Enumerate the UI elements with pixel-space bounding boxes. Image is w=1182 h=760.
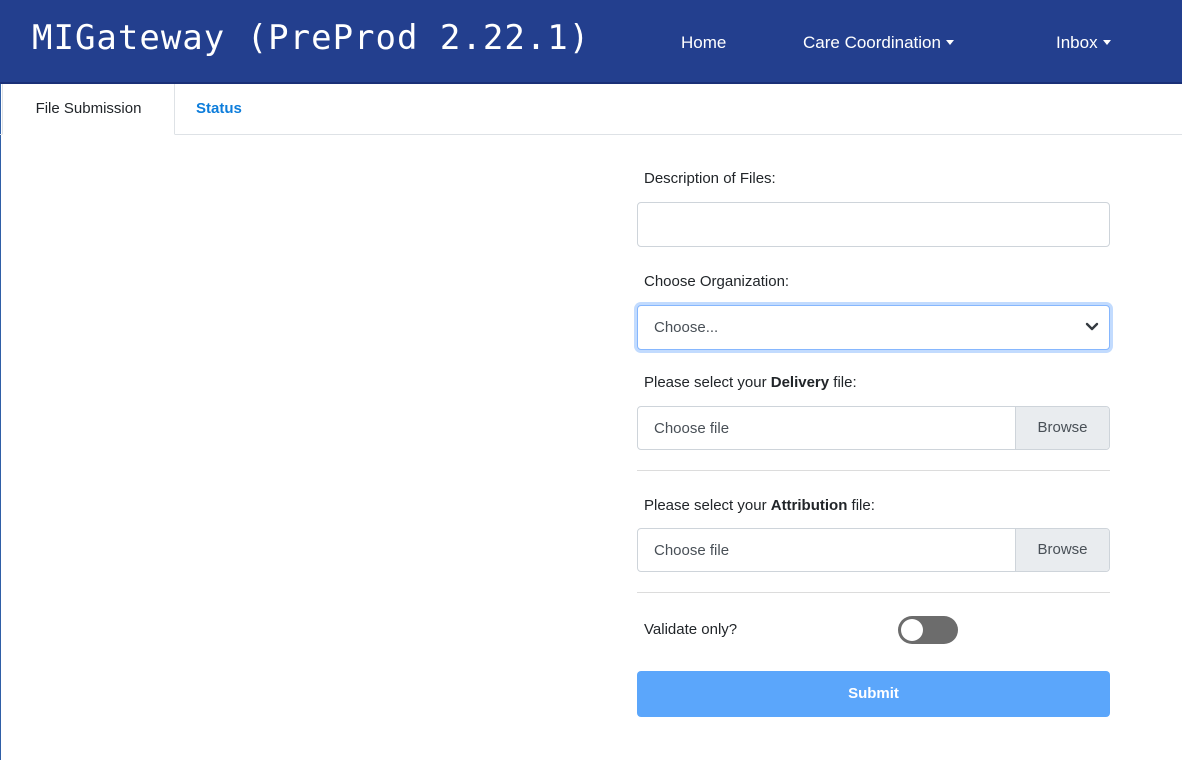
attribution-file-input[interactable]: Choose file Browse [637, 528, 1110, 572]
nav-care-coordination-dropdown[interactable]: Care Coordination [803, 33, 954, 53]
nav-inbox-dropdown[interactable]: Inbox [1056, 33, 1111, 53]
tab-status[interactable]: Status [196, 84, 242, 135]
attribution-label-prefix: Please select your [644, 497, 771, 514]
nav-care-coordination-label: Care Coordination [803, 33, 941, 52]
submit-button[interactable]: Submit [637, 671, 1110, 717]
organization-selected-value: Choose... [654, 319, 719, 336]
validate-only-toggle[interactable] [898, 616, 958, 644]
tab-status-label: Status [196, 100, 242, 117]
attribution-label-bold: Attribution [770, 497, 848, 514]
nav-home-link[interactable]: Home [681, 33, 726, 53]
delivery-label-prefix: Please select your [644, 374, 771, 391]
brand-title[interactable]: MIGateway (PreProd 2.22.1) [32, 16, 590, 60]
tab-file-submission-label: File Submission [35, 100, 142, 117]
description-input[interactable] [637, 202, 1110, 247]
delivery-browse-button[interactable]: Browse [1015, 407, 1109, 449]
nav-home-label: Home [681, 33, 727, 52]
attribution-file-label: Please select your Attribution file: [644, 497, 875, 514]
caret-down-icon [945, 40, 954, 45]
delivery-label-suffix: file: [829, 374, 857, 391]
caret-down-icon [1102, 40, 1111, 45]
chevron-down-icon [1085, 322, 1099, 331]
organization-label: Choose Organization: [644, 273, 790, 290]
delivery-file-placeholder: Choose file [654, 420, 730, 437]
delivery-file-input[interactable]: Choose file Browse [637, 406, 1110, 450]
tab-bar: File Submission Status [0, 84, 1182, 135]
delivery-label-bold: Delivery [770, 374, 830, 391]
delivery-file-label: Please select your Delivery file: [644, 374, 857, 391]
attribution-file-placeholder: Choose file [654, 542, 730, 559]
validate-only-label: Validate only? [644, 621, 738, 638]
divider [637, 592, 1110, 593]
divider [637, 470, 1110, 471]
organization-select[interactable]: Choose... [637, 305, 1110, 350]
top-navbar: MIGateway (PreProd 2.22.1) Home Care Coo… [0, 0, 1182, 84]
toggle-knob [901, 619, 923, 641]
attribution-label-suffix: file: [847, 497, 875, 514]
attribution-browse-button[interactable]: Browse [1015, 529, 1109, 571]
description-label: Description of Files: [644, 170, 776, 187]
nav-inbox-label: Inbox [1056, 33, 1098, 52]
tab-file-submission[interactable]: File Submission [2, 84, 175, 135]
